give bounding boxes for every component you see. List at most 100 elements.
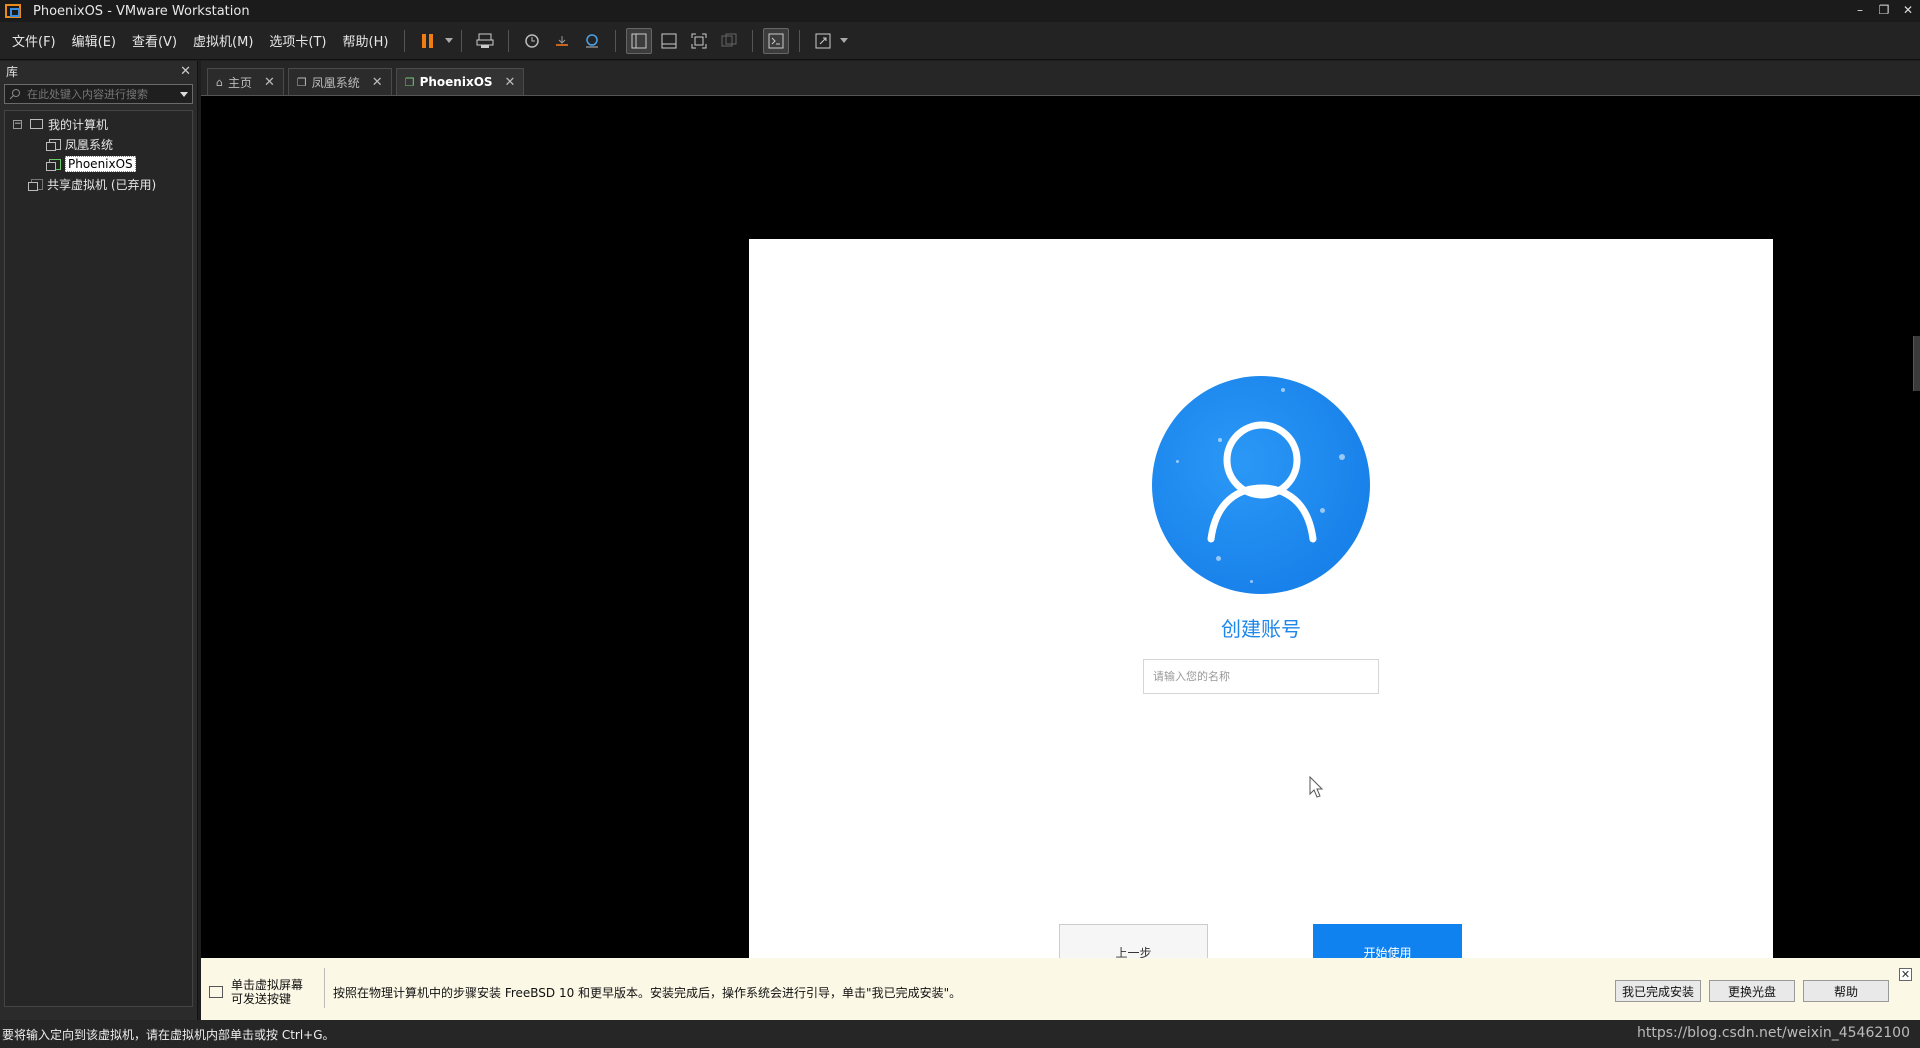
create-account-title: 创建账号 — [1221, 617, 1301, 641]
help-button[interactable]: 帮助 — [1803, 980, 1889, 1002]
restore-button[interactable]: ❐ — [1872, 0, 1896, 22]
status-bar: 要将输入定向到该虚拟机，请在虚拟机内部单击或按 Ctrl+G。 https://… — [0, 1020, 1920, 1048]
thumbnail-view-icon — [661, 33, 677, 48]
toolbar-divider — [404, 29, 406, 52]
toolbar-divider — [461, 29, 463, 52]
menu-vm[interactable]: 虚拟机(M) — [185, 31, 261, 50]
thumbnail-bar-button[interactable] — [656, 28, 682, 54]
library-close-icon[interactable]: ✕ — [180, 64, 191, 79]
vm-icon — [46, 138, 61, 151]
snapshot-button[interactable] — [519, 28, 545, 54]
vm-running-icon — [46, 158, 61, 171]
tree-label: PhoenixOS — [65, 156, 136, 172]
library-title: 库 — [6, 64, 19, 79]
mouse-cursor-icon — [1309, 776, 1324, 798]
revert-snapshot-button[interactable] — [549, 28, 575, 54]
tree-label: 我的计算机 — [48, 117, 109, 132]
terminal-icon — [768, 33, 784, 48]
tree-shared-vms[interactable]: 共享虚拟机 (已弃用) — [5, 174, 192, 194]
status-text: 要将输入定向到该虚拟机，请在虚拟机内部单击或按 Ctrl+G。 — [2, 1027, 335, 1042]
tree-my-computer[interactable]: − 我的计算机 — [5, 114, 192, 134]
user-avatar-icon — [1152, 376, 1370, 594]
menu-view[interactable]: 查看(V) — [124, 31, 185, 50]
menu-help[interactable]: 帮助(H) — [335, 31, 397, 50]
pause-dropdown-icon[interactable] — [445, 38, 454, 43]
snapshot-clock-icon — [525, 33, 540, 48]
stretch-dropdown-icon[interactable] — [840, 38, 849, 43]
tab-label: PhoenixOS — [419, 75, 493, 89]
minimize-button[interactable]: – — [1848, 0, 1872, 22]
click-hint: 单击虚拟屏幕 可发送按键 — [209, 978, 303, 1006]
full-screen-icon — [691, 33, 707, 48]
menu-file[interactable]: 文件(F) — [4, 31, 64, 50]
menu-tabs[interactable]: 选项卡(T) — [261, 31, 334, 50]
shared-vm-icon — [28, 178, 43, 191]
watermark-text: https://blog.csdn.net/weixin_45462100 — [1636, 1025, 1910, 1041]
tab-bar: ⌂ 主页 ✕ ❐ 凤凰系统 ✕ ❐ PhoenixOS ✕ — [201, 61, 1920, 95]
hint-divider — [324, 968, 325, 1008]
click-hint-line1: 单击虚拟屏幕 — [231, 978, 304, 992]
console-view-button[interactable] — [763, 27, 790, 54]
person-icon — [1207, 421, 1317, 543]
unity-button[interactable] — [716, 28, 742, 54]
tab-label: 凤凰系统 — [311, 75, 360, 90]
tree-vm-phoenixos[interactable]: PhoenixOS — [5, 154, 192, 174]
scroll-grip[interactable] — [1913, 336, 1920, 391]
tab-phoenixos[interactable]: ❐ PhoenixOS ✕ — [395, 68, 525, 95]
click-hint-text: 单击虚拟屏幕 可发送按键 — [231, 978, 303, 1006]
revert-icon — [556, 35, 569, 46]
menu-toolbar: 文件(F) 编辑(E) 查看(V) 虚拟机(M) 选项卡(T) 帮助(H) — [0, 22, 1920, 60]
library-tree: − 我的计算机 凤凰系统 PhoenixOS 共享虚拟机 (已弃用) — [4, 110, 193, 1007]
home-icon: ⌂ — [216, 75, 223, 89]
menu-edit[interactable]: 编辑(E) — [64, 31, 124, 50]
search-dropdown-icon[interactable] — [180, 91, 188, 97]
vmware-logo-icon — [5, 4, 21, 18]
tree-label: 凤凰系统 — [65, 137, 114, 152]
tab-home[interactable]: ⌂ 主页 ✕ — [207, 68, 284, 95]
pause-icon — [422, 33, 434, 48]
click-hint-line2: 可发送按键 — [231, 992, 292, 1006]
tree-vm-fenghuang[interactable]: 凤凰系统 — [5, 134, 192, 154]
snapshot-manager-button[interactable] — [579, 28, 605, 54]
install-hint-message: 按照在物理计算机中的步骤安装 FreeBSD 10 和更早版本。安装完成后，操作… — [333, 986, 962, 1000]
install-hint-bar: 单击虚拟屏幕 可发送按键 按照在物理计算机中的步骤安装 FreeBSD 10 和… — [201, 958, 1920, 1020]
library-header: 库 ✕ — [0, 61, 197, 81]
show-library-button[interactable] — [626, 27, 653, 54]
library-panel: 库 ✕ 在此处键入内容进行搜索 − 我的计算机 凤凰系统 PhoenixOS 共… — [0, 61, 198, 1020]
toolbar-divider — [752, 29, 754, 52]
collapse-icon[interactable]: − — [13, 119, 22, 129]
stretch-icon — [815, 33, 831, 48]
change-disc-button[interactable]: 更换光盘 — [1709, 980, 1795, 1002]
keyboard-icon — [209, 986, 223, 998]
close-button[interactable]: ✕ — [1896, 0, 1920, 22]
name-input[interactable] — [1143, 659, 1379, 694]
guest-screen[interactable]: 创建账号 上一步 开始使用 — [749, 239, 1773, 1007]
pause-button[interactable] — [415, 28, 441, 54]
stretch-button[interactable] — [810, 28, 836, 54]
vm-display[interactable]: 创建账号 上一步 开始使用 — [201, 95, 1920, 1007]
window-title: PhoenixOS - VMware Workstation — [33, 3, 250, 19]
tab-close-icon[interactable]: ✕ — [264, 75, 275, 90]
library-search[interactable]: 在此处键入内容进行搜索 — [4, 84, 193, 104]
tab-close-icon[interactable]: ✕ — [372, 75, 383, 90]
title-bar: PhoenixOS - VMware Workstation – ❐ ✕ — [0, 0, 1920, 22]
finished-install-button[interactable]: 我已完成安装 — [1615, 980, 1701, 1002]
toolbar-divider — [615, 29, 617, 52]
toolbar-divider — [508, 29, 510, 52]
toolbar-divider — [799, 29, 801, 52]
send-ctrl-alt-del-button[interactable] — [472, 28, 498, 54]
unity-icon — [721, 33, 737, 46]
full-screen-button[interactable] — [686, 28, 712, 54]
tab-label: 主页 — [227, 75, 252, 90]
send-keys-icon — [476, 33, 494, 48]
library-view-icon — [631, 33, 647, 48]
vm-tab-icon: ❐ — [296, 75, 307, 89]
tab-close-icon[interactable]: ✕ — [505, 75, 516, 90]
tree-label: 共享虚拟机 (已弃用) — [47, 177, 157, 192]
tab-fenghuang[interactable]: ❐ 凤凰系统 ✕ — [287, 68, 392, 95]
computer-icon — [30, 119, 43, 129]
library-search-placeholder: 在此处键入内容进行搜索 — [27, 88, 148, 101]
hint-close-icon[interactable]: ✕ — [1899, 968, 1912, 981]
snapshot-manager-icon — [586, 33, 599, 47]
vm-running-tab-icon: ❐ — [404, 75, 415, 89]
